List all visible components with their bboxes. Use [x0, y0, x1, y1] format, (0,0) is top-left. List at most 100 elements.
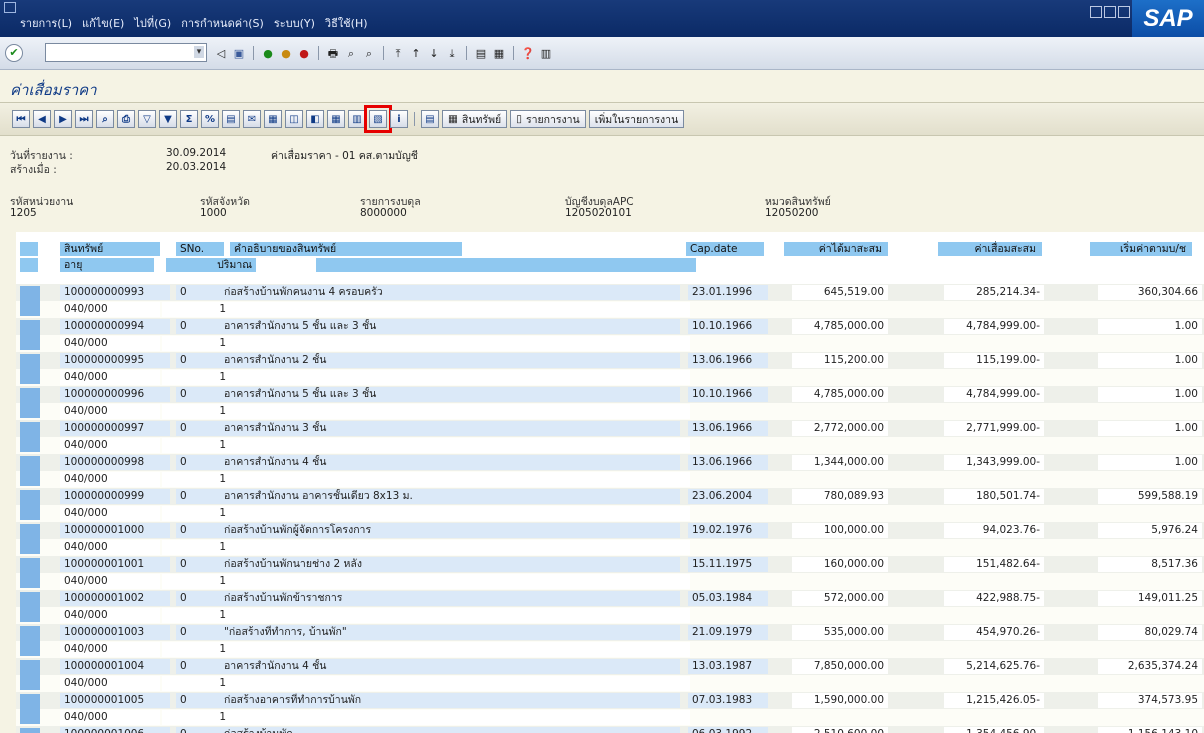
- abc-analysis-icon[interactable]: ◫: [285, 110, 303, 128]
- last-page-icon[interactable]: ⤓: [445, 46, 459, 60]
- col-description[interactable]: คำอธิบายของสินทรัพย์: [230, 242, 462, 256]
- previous-page-icon[interactable]: ↑: [409, 46, 423, 60]
- total-icon[interactable]: Σ: [180, 110, 198, 128]
- row-selector[interactable]: [20, 626, 40, 656]
- first-page-icon[interactable]: ⤒: [391, 46, 405, 60]
- filter-icon[interactable]: ▽: [138, 110, 156, 128]
- col-sno[interactable]: SNo.: [176, 242, 224, 256]
- table-row[interactable]: 100000001001 0 ก่อสร้างบ้านพักนายช่าง 2 หล…: [16, 556, 1204, 590]
- command-field[interactable]: ▾: [45, 43, 207, 62]
- row-selector[interactable]: [20, 490, 40, 520]
- table-row[interactable]: 100000001004 0 อาคารสำนักงาน 4 ชั้น 13.03.1…: [16, 658, 1204, 692]
- info-icon[interactable]: i: [390, 110, 408, 128]
- word-processing-icon[interactable]: ◧: [306, 110, 324, 128]
- row-selector[interactable]: [20, 592, 40, 622]
- back-icon[interactable]: ●: [261, 46, 275, 60]
- details-icon[interactable]: ⌕: [96, 110, 114, 128]
- table-row[interactable]: 100000000997 0 อาคารสำนักงาน 3 ชั้น 13.06.1…: [16, 420, 1204, 454]
- next-page-icon[interactable]: ↓: [427, 46, 441, 60]
- last-row-icon[interactable]: ⏭: [75, 110, 93, 128]
- system-menu-icon[interactable]: [4, 2, 16, 13]
- select-all-cell-2[interactable]: [20, 258, 38, 272]
- back-arrow-icon[interactable]: ◁: [214, 46, 228, 60]
- menu-item-list[interactable]: รายการ(L): [20, 14, 72, 32]
- cell-quantity: 1: [162, 540, 230, 555]
- asset-button[interactable]: ▦ สินทรัพย์: [442, 110, 508, 128]
- layout-menu-icon[interactable]: ▥: [539, 46, 553, 60]
- table-row[interactable]: 100000001002 0 ก่อสร้างบ้านพักข้าราชการ 05.…: [16, 590, 1204, 624]
- set-filter-icon[interactable]: ▼: [159, 110, 177, 128]
- row-selector[interactable]: [20, 524, 40, 554]
- col-accum-depreciation[interactable]: ค่าเสื่อมสะสม: [938, 242, 1042, 256]
- previous-row-icon[interactable]: ◀: [33, 110, 51, 128]
- table-row[interactable]: 100000001006 0ก่อสร้างบ้านพัก 06.03.1992 2,…: [16, 726, 1204, 733]
- add-to-worklist-button[interactable]: เพิ่มในรายการงาน: [588, 110, 685, 128]
- table-row[interactable]: 100000001000 0 ก่อสร้างบ้านพักผู้จัดการโคร…: [16, 522, 1204, 556]
- cell-capdate: 13.03.1987: [688, 659, 768, 674]
- menu-item-help[interactable]: วิธีใช้(H): [325, 14, 368, 32]
- table-row[interactable]: 100000000994 0 อาคารสำนักงาน 5 ชั้น และ 3 …: [16, 318, 1204, 352]
- find-next-icon[interactable]: ⌕: [362, 46, 376, 60]
- shortcut-icon[interactable]: ▦: [492, 46, 506, 60]
- cell-capdate: 23.01.1996: [688, 285, 768, 300]
- close-icon[interactable]: [1118, 6, 1130, 18]
- select-all-cell[interactable]: [20, 242, 38, 256]
- row-selector[interactable]: [20, 558, 40, 588]
- first-row-icon[interactable]: ⏮: [12, 110, 30, 128]
- change-layout-icon[interactable]: ▧: [364, 105, 392, 133]
- minimize-icon[interactable]: [1090, 6, 1102, 18]
- cell-book-value: 2,635,374.24: [1098, 659, 1202, 674]
- print-preview-icon[interactable]: ⎙: [117, 110, 135, 128]
- cell-description: อาคารสำนักงาน 3 ชั้น: [220, 421, 480, 436]
- new-session-icon[interactable]: ▤: [474, 46, 488, 60]
- graphic-icon[interactable]: ▦: [264, 110, 282, 128]
- table-row[interactable]: 100000000995 0 อาคารสำนักงาน 2 ชั้น 13.06.1…: [16, 352, 1204, 386]
- enter-check-icon[interactable]: ✔: [5, 44, 23, 62]
- table-row[interactable]: 100000001005 0 ก่อสร้างอาคารที่ทำการบ้านพั…: [16, 692, 1204, 726]
- menu-item-goto[interactable]: ไปที่(G): [134, 14, 171, 32]
- row-selector[interactable]: [20, 422, 40, 452]
- next-row-icon[interactable]: ▶: [54, 110, 72, 128]
- menu-item-settings[interactable]: การกำหนดค่า(S): [181, 14, 264, 32]
- table-row[interactable]: 100000001003 0 "ก่อสร้างที่ทำการ, บ้านพัก"…: [16, 624, 1204, 658]
- table-row[interactable]: 100000000993 0 ก่อสร้างบ้านพักคนงาน 4 ครอบ…: [16, 284, 1204, 318]
- table-row[interactable]: 100000000999 0 อาคารสำนักงาน อาคารชั้นเดีย…: [16, 488, 1204, 522]
- col-acquisition[interactable]: ค่าได้มาสะสม: [784, 242, 888, 256]
- choose-layout-icon[interactable]: ▥: [348, 110, 366, 128]
- grid-icon[interactable]: ▤: [421, 110, 439, 128]
- row-selector[interactable]: [20, 456, 40, 486]
- cancel-icon[interactable]: ●: [297, 46, 311, 60]
- cell-asset: 100000000995: [60, 353, 170, 368]
- table-row[interactable]: 100000000996 0 อาคารสำนักงาน 5 ชั้น และ 3 …: [16, 386, 1204, 420]
- help-icon[interactable]: ❓: [521, 46, 535, 60]
- exit-icon[interactable]: ●: [279, 46, 293, 60]
- org-unit-value: 1205: [10, 207, 37, 219]
- layout-icon[interactable]: ▦: [327, 110, 345, 128]
- row-selector[interactable]: [20, 660, 40, 690]
- row-selector[interactable]: [20, 320, 40, 350]
- maximize-icon[interactable]: [1104, 6, 1116, 18]
- row-selector[interactable]: [20, 694, 40, 724]
- col-capdate[interactable]: Cap.date: [686, 242, 764, 256]
- subtotal-icon[interactable]: %: [201, 110, 219, 128]
- cell-quantity: 1: [162, 608, 230, 623]
- table-row[interactable]: 100000000998 0 อาคารสำนักงาน 4 ชั้น 13.06.1…: [16, 454, 1204, 488]
- col-life[interactable]: อายุ: [60, 258, 154, 272]
- command-dropdown-icon[interactable]: ▾: [194, 46, 204, 58]
- row-selector[interactable]: [20, 286, 40, 316]
- worklist-button[interactable]: ▯ รายการงาน: [510, 110, 586, 128]
- menu-item-system[interactable]: ระบบ(Y): [274, 14, 315, 32]
- row-selector[interactable]: [20, 388, 40, 418]
- col-book-value[interactable]: เริ่มค่าตามบ/ช: [1090, 242, 1192, 256]
- col-quantity[interactable]: ปริมาณ: [166, 258, 256, 272]
- print-icon[interactable]: 🖶: [326, 46, 340, 60]
- mail-icon[interactable]: ✉: [243, 110, 261, 128]
- row-selector[interactable]: [20, 354, 40, 384]
- quantity-extension: [230, 404, 690, 419]
- row-selector[interactable]: [20, 728, 40, 733]
- save-icon[interactable]: ▣: [232, 46, 246, 60]
- menu-item-edit[interactable]: แก้ไข(E): [82, 14, 124, 32]
- export-icon[interactable]: ▤: [222, 110, 240, 128]
- col-asset[interactable]: สินทรัพย์: [60, 242, 160, 256]
- find-icon[interactable]: ⌕: [344, 46, 358, 60]
